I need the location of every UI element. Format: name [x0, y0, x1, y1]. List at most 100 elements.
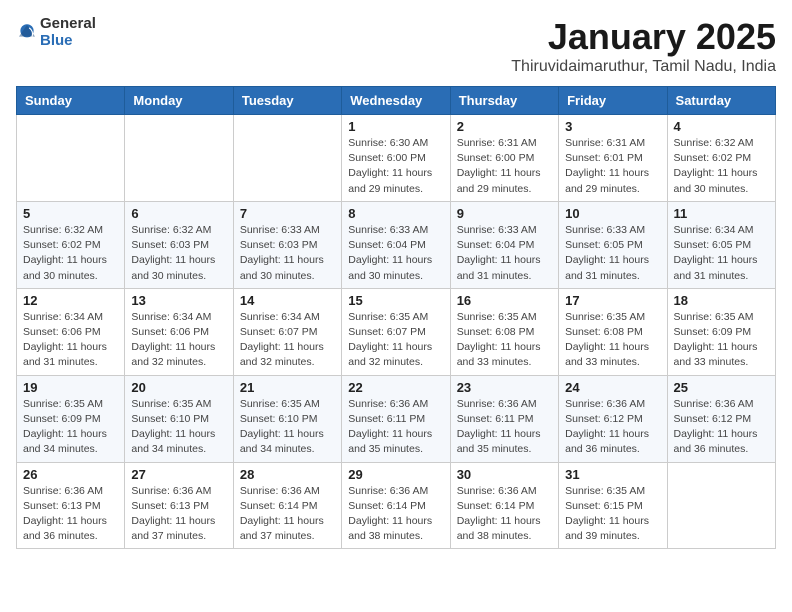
calendar-cell: 19 Sunrise: 6:35 AMSunset: 6:09 PMDayligh…	[17, 375, 125, 462]
calendar-cell: 20 Sunrise: 6:35 AMSunset: 6:10 PMDayligh…	[125, 375, 233, 462]
calendar-cell: 31 Sunrise: 6:35 AMSunset: 6:15 PMDayligh…	[559, 462, 667, 549]
weekday-header-saturday: Saturday	[667, 87, 775, 115]
day-number: 2	[457, 119, 552, 134]
calendar-cell: 16Sunrise: 6:35 AMSunset: 6:08 PMDayligh…	[450, 288, 558, 375]
calendar-subtitle: Thiruvidaimaruthur, Tamil Nadu, India	[511, 58, 776, 76]
day-number: 3	[565, 119, 660, 134]
day-info: Sunrise: 6:36 AMSunset: 6:11 PMDaylight:…	[457, 397, 552, 458]
weekday-header-thursday: Thursday	[450, 87, 558, 115]
calendar-cell: 17Sunrise: 6:35 AMSunset: 6:08 PMDayligh…	[559, 288, 667, 375]
day-number: 23	[457, 380, 552, 395]
day-info: Sunrise: 6:32 AMSunset: 6:02 PMDaylight:…	[23, 223, 118, 284]
day-number: 18	[674, 293, 769, 308]
calendar-cell: 30 Sunrise: 6:36 AMSunset: 6:14 PMDayligh…	[450, 462, 558, 549]
day-info: Sunrise: 6:31 AMSunset: 6:00 PMDaylight:…	[457, 136, 552, 197]
calendar-cell: 27 Sunrise: 6:36 AMSunset: 6:13 PMDayligh…	[125, 462, 233, 549]
calendar-cell: 5 Sunrise: 6:32 AMSunset: 6:02 PMDaylight…	[17, 201, 125, 288]
day-info: Sunrise: 6:33 AMSunset: 6:04 PMDaylight:…	[457, 223, 552, 284]
day-number: 21	[240, 380, 335, 395]
calendar-cell: 10 Sunrise: 6:33 AMSunset: 6:05 PMDayligh…	[559, 201, 667, 288]
day-info: Sunrise: 6:32 AMSunset: 6:03 PMDaylight:…	[131, 223, 226, 284]
week-row-5: 26 Sunrise: 6:36 AMSunset: 6:13 PMDayligh…	[17, 462, 776, 549]
day-number: 8	[348, 206, 443, 221]
calendar-cell: 22 Sunrise: 6:36 AMSunset: 6:11 PMDayligh…	[342, 375, 450, 462]
day-number: 12	[23, 293, 118, 308]
day-number: 26	[23, 467, 118, 482]
day-info: Sunrise: 6:35 AMSunset: 6:10 PMDaylight:…	[131, 397, 226, 458]
day-number: 25	[674, 380, 769, 395]
weekday-header-friday: Friday	[559, 87, 667, 115]
day-info: Sunrise: 6:36 AMSunset: 6:14 PMDaylight:…	[457, 484, 552, 545]
day-number: 14	[240, 293, 335, 308]
day-number: 19	[23, 380, 118, 395]
calendar-cell	[667, 462, 775, 549]
day-info: Sunrise: 6:30 AMSunset: 6:00 PMDaylight:…	[348, 136, 443, 197]
day-number: 13	[131, 293, 226, 308]
day-info: Sunrise: 6:35 AMSunset: 6:09 PMDaylight:…	[674, 310, 769, 371]
calendar-cell	[17, 115, 125, 202]
calendar-cell: 25 Sunrise: 6:36 AMSunset: 6:12 PMDayligh…	[667, 375, 775, 462]
day-number: 28	[240, 467, 335, 482]
calendar-cell: 26Sunrise: 6:36 AMSunset: 6:13 PMDayligh…	[17, 462, 125, 549]
day-info: Sunrise: 6:36 AMSunset: 6:11 PMDaylight:…	[348, 397, 443, 458]
calendar-cell: 4Sunrise: 6:32 AMSunset: 6:02 PMDaylight…	[667, 115, 775, 202]
day-number: 10	[565, 206, 660, 221]
calendar-cell: 14 Sunrise: 6:34 AMSunset: 6:07 PMDayligh…	[233, 288, 341, 375]
day-number: 1	[348, 119, 443, 134]
calendar-cell: 13 Sunrise: 6:34 AMSunset: 6:06 PMDayligh…	[125, 288, 233, 375]
day-info: Sunrise: 6:35 AMSunset: 6:10 PMDaylight:…	[240, 397, 335, 458]
weekday-header-monday: Monday	[125, 87, 233, 115]
calendar-cell: 9 Sunrise: 6:33 AMSunset: 6:04 PMDaylight…	[450, 201, 558, 288]
weekday-header-wednesday: Wednesday	[342, 87, 450, 115]
day-number: 20	[131, 380, 226, 395]
title-area: January 2025 Thiruvidaimaruthur, Tamil N…	[511, 16, 776, 76]
day-info: Sunrise: 6:34 AMSunset: 6:07 PMDaylight:…	[240, 310, 335, 371]
calendar-cell	[125, 115, 233, 202]
logo: General Blue	[16, 16, 96, 49]
week-row-2: 5 Sunrise: 6:32 AMSunset: 6:02 PMDaylight…	[17, 201, 776, 288]
header: General Blue January 2025 Thiruvidaimaru…	[16, 16, 776, 76]
calendar-cell: 15Sunrise: 6:35 AMSunset: 6:07 PMDayligh…	[342, 288, 450, 375]
day-number: 11	[674, 206, 769, 221]
week-row-4: 19 Sunrise: 6:35 AMSunset: 6:09 PMDayligh…	[17, 375, 776, 462]
calendar-cell: 23 Sunrise: 6:36 AMSunset: 6:11 PMDayligh…	[450, 375, 558, 462]
calendar-table: SundayMondayTuesdayWednesdayThursdayFrid…	[16, 86, 776, 549]
day-info: Sunrise: 6:32 AMSunset: 6:02 PMDaylight:…	[674, 136, 769, 197]
day-number: 22	[348, 380, 443, 395]
day-info: Sunrise: 6:34 AMSunset: 6:05 PMDaylight:…	[674, 223, 769, 284]
calendar-cell: 3 Sunrise: 6:31 AMSunset: 6:01 PMDaylight…	[559, 115, 667, 202]
day-info: Sunrise: 6:34 AMSunset: 6:06 PMDaylight:…	[23, 310, 118, 371]
day-info: Sunrise: 6:33 AMSunset: 6:05 PMDaylight:…	[565, 223, 660, 284]
calendar-cell: 8 Sunrise: 6:33 AMSunset: 6:04 PMDaylight…	[342, 201, 450, 288]
calendar-cell	[233, 115, 341, 202]
day-number: 29	[348, 467, 443, 482]
day-info: Sunrise: 6:35 AMSunset: 6:08 PMDaylight:…	[565, 310, 660, 371]
day-info: Sunrise: 6:36 AMSunset: 6:13 PMDaylight:…	[131, 484, 226, 545]
weekday-header-sunday: Sunday	[17, 87, 125, 115]
day-number: 7	[240, 206, 335, 221]
day-info: Sunrise: 6:31 AMSunset: 6:01 PMDaylight:…	[565, 136, 660, 197]
calendar-cell: 18 Sunrise: 6:35 AMSunset: 6:09 PMDayligh…	[667, 288, 775, 375]
day-number: 27	[131, 467, 226, 482]
day-number: 5	[23, 206, 118, 221]
day-number: 15	[348, 293, 443, 308]
day-info: Sunrise: 6:36 AMSunset: 6:14 PMDaylight:…	[348, 484, 443, 545]
day-number: 30	[457, 467, 552, 482]
logo-blue: Blue	[40, 33, 96, 50]
logo-general: General	[40, 16, 96, 33]
calendar-cell: 28 Sunrise: 6:36 AMSunset: 6:14 PMDayligh…	[233, 462, 341, 549]
day-number: 9	[457, 206, 552, 221]
day-number: 6	[131, 206, 226, 221]
week-row-3: 12 Sunrise: 6:34 AMSunset: 6:06 PMDayligh…	[17, 288, 776, 375]
day-info: Sunrise: 6:36 AMSunset: 6:12 PMDaylight:…	[674, 397, 769, 458]
day-info: Sunrise: 6:34 AMSunset: 6:06 PMDaylight:…	[131, 310, 226, 371]
day-number: 16	[457, 293, 552, 308]
day-info: Sunrise: 6:33 AMSunset: 6:04 PMDaylight:…	[348, 223, 443, 284]
day-number: 31	[565, 467, 660, 482]
calendar-cell: 24Sunrise: 6:36 AMSunset: 6:12 PMDayligh…	[559, 375, 667, 462]
header-row: SundayMondayTuesdayWednesdayThursdayFrid…	[17, 87, 776, 115]
day-info: Sunrise: 6:35 AMSunset: 6:15 PMDaylight:…	[565, 484, 660, 545]
day-info: Sunrise: 6:35 AMSunset: 6:09 PMDaylight:…	[23, 397, 118, 458]
day-info: Sunrise: 6:36 AMSunset: 6:14 PMDaylight:…	[240, 484, 335, 545]
calendar-cell: 6 Sunrise: 6:32 AMSunset: 6:03 PMDaylight…	[125, 201, 233, 288]
